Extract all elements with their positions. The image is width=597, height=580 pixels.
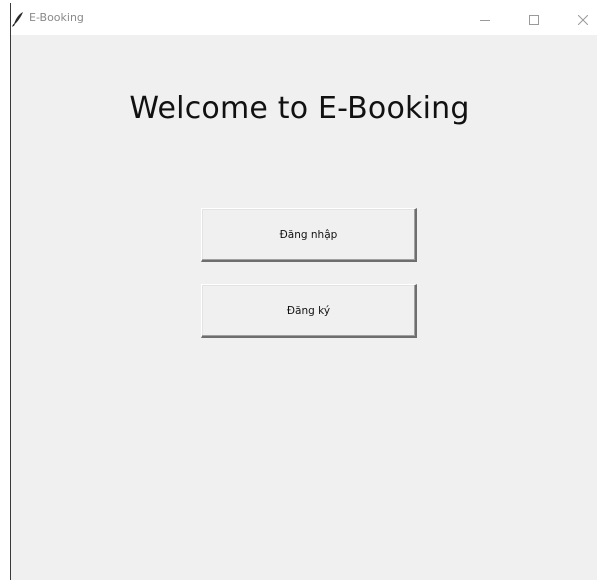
window-title: E-Booking — [29, 11, 84, 24]
login-button[interactable]: Đăng nhập — [201, 208, 417, 262]
close-button[interactable] — [560, 3, 597, 35]
minimize-icon — [480, 10, 490, 29]
feather-icon — [11, 11, 25, 27]
welcome-heading: Welcome to E-Booking — [129, 91, 470, 126]
register-button[interactable]: Đăng ký — [201, 284, 417, 338]
maximize-button[interactable] — [511, 3, 557, 35]
app-window: E-Booking Welcome to E-Booking Đăng nhập… — [10, 3, 597, 580]
close-icon — [577, 10, 589, 29]
register-button-label: Đăng ký — [286, 304, 331, 317]
maximize-icon — [529, 10, 539, 29]
minimize-button[interactable] — [462, 3, 508, 35]
title-bar[interactable]: E-Booking — [11, 3, 597, 35]
login-button-label: Đăng nhập — [279, 228, 338, 241]
